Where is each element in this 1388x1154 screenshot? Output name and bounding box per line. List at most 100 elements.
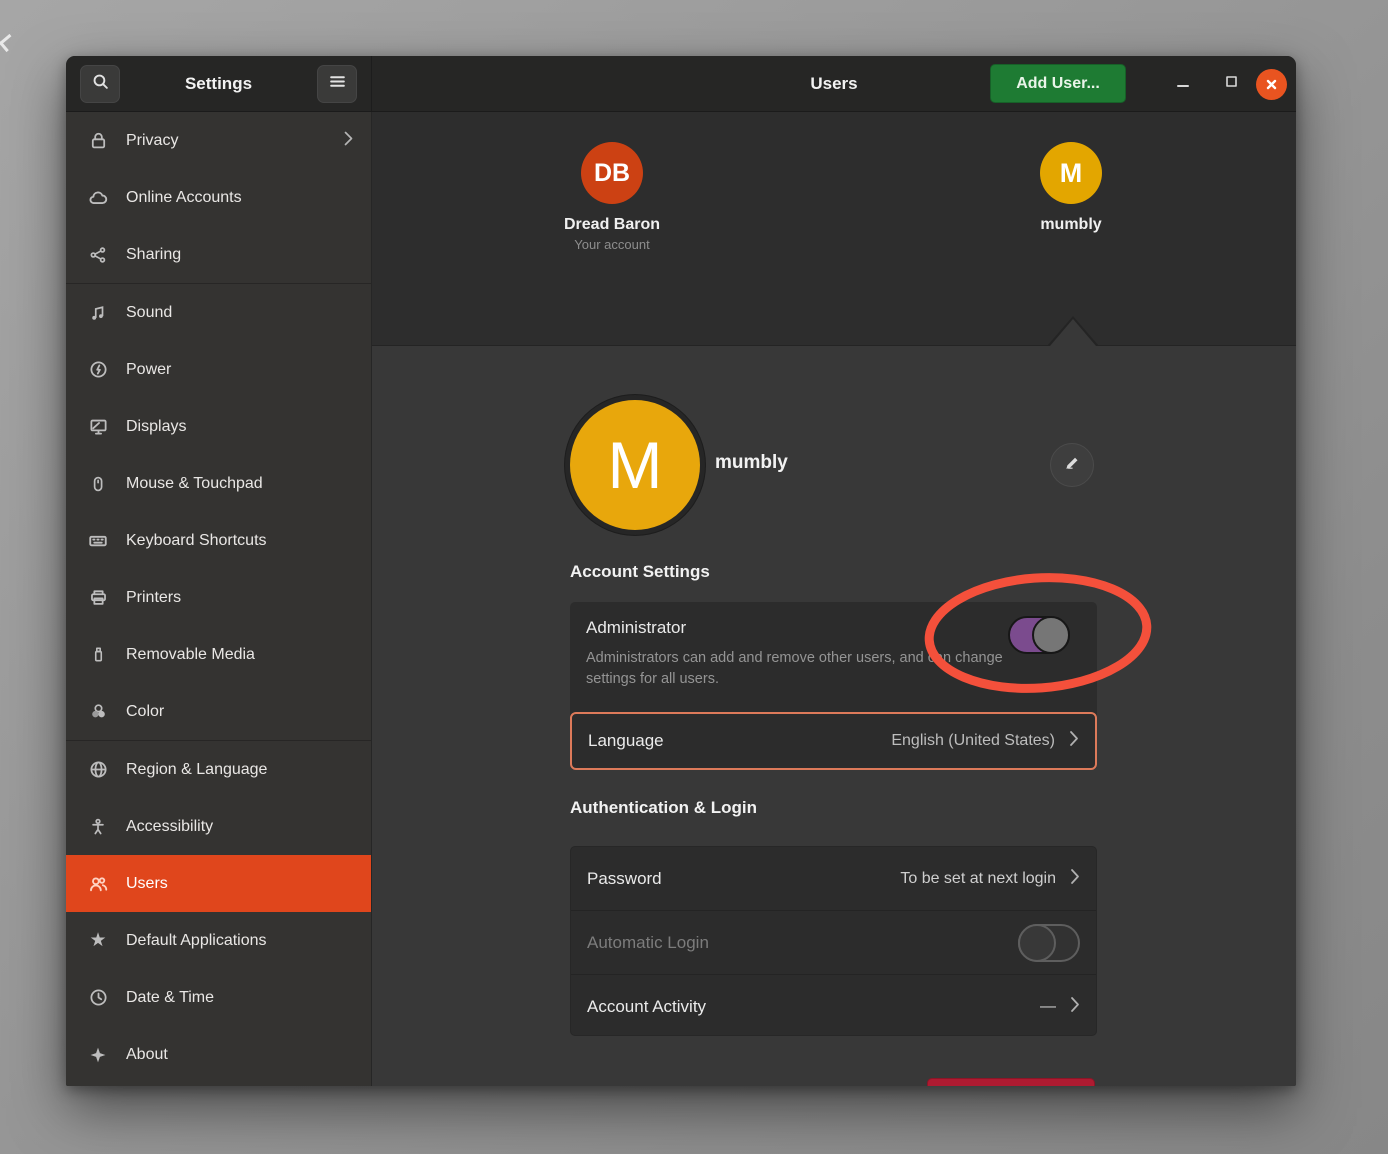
sidebar-item-power[interactable]: Power (66, 341, 371, 398)
globe-icon (86, 758, 110, 782)
user-name: mumbly (1040, 216, 1101, 234)
clock-icon (86, 986, 110, 1010)
sidebar-item-online-accounts[interactable]: Online Accounts (66, 169, 371, 226)
sidebar-item-about[interactable]: About (66, 1026, 371, 1083)
administrator-row[interactable]: Administrator Administrators can add and… (570, 602, 1097, 712)
administrator-description: Administrators can add and remove other … (586, 648, 1021, 690)
sidebar-item-mouse-touchpad[interactable]: Mouse & Touchpad (66, 455, 371, 512)
administrator-label: Administrator (586, 618, 1081, 638)
sidebar-item-printers[interactable]: Printers (66, 569, 371, 626)
sidebar-item-label: Privacy (126, 132, 178, 150)
mouse-icon (86, 472, 110, 496)
password-row[interactable]: Password To be set at next login (571, 847, 1096, 910)
sidebar-item-label: Online Accounts (126, 189, 242, 207)
sidebar-header: Settings (66, 56, 372, 111)
sidebar-item-displays[interactable]: Displays (66, 398, 371, 455)
power-icon (86, 358, 110, 382)
avatar-initials: M (1060, 158, 1083, 189)
sidebar-item-label: Region & Language (126, 761, 267, 779)
maximize-icon (1225, 75, 1238, 93)
chevron-right-icon (344, 131, 353, 151)
authentication-card: Password To be set at next login Automat… (570, 846, 1097, 1036)
profile-avatar[interactable]: M (570, 400, 700, 530)
sidebar-item-label: Sound (126, 304, 172, 322)
users-panel: DB Dread Baron Your account M mumbly M m… (372, 112, 1296, 1086)
avatar-dread-baron: DB (581, 142, 643, 204)
lock-icon (86, 129, 110, 153)
user-subtitle: Your account (574, 237, 649, 252)
account-activity-label: Account Activity (587, 997, 706, 1017)
sidebar-item-users[interactable]: Users (66, 855, 371, 912)
titlebar: Settings Users Add User... (66, 56, 1296, 112)
color-circles-icon (86, 700, 110, 724)
usb-drive-icon (86, 643, 110, 667)
hamburger-icon (329, 74, 346, 94)
music-note-icon (86, 301, 110, 325)
sidebar-item-sharing[interactable]: Sharing (66, 226, 371, 283)
share-icon (86, 243, 110, 267)
edit-name-button[interactable] (1050, 443, 1094, 487)
user-carousel: DB Dread Baron Your account M mumbly (372, 112, 1296, 346)
remove-user-button[interactable]: Remove User... (927, 1078, 1095, 1086)
sidebar-item-label: Mouse & Touchpad (126, 475, 263, 493)
menu-button[interactable] (317, 65, 357, 103)
user-carousel-item-mumbly[interactable]: M mumbly (961, 142, 1181, 234)
sidebar-item-region-language[interactable]: Region & Language (66, 741, 371, 798)
automatic-login-row: Automatic Login (571, 911, 1096, 974)
user-name: Dread Baron (564, 216, 660, 234)
user-carousel-item-dread-baron[interactable]: DB Dread Baron Your account (502, 142, 722, 252)
settings-window: Settings Users Add User... (66, 56, 1296, 1086)
password-label: Password (587, 869, 662, 889)
sidebar-item-label: About (126, 1046, 168, 1064)
users-icon (86, 872, 110, 896)
sidebar-item-label: Displays (126, 418, 186, 436)
sidebar-item-privacy[interactable]: Privacy (66, 112, 371, 169)
add-user-button[interactable]: Add User... (990, 64, 1126, 103)
sidebar-item-date-time[interactable]: Date & Time (66, 969, 371, 1026)
user-detail: M mumbly Account Settings Administrator … (372, 346, 1296, 1086)
close-button[interactable] (1254, 67, 1288, 101)
authentication-heading: Authentication & Login (570, 798, 757, 818)
automatic-login-toggle[interactable] (1018, 924, 1080, 962)
profile-username: mumbly (715, 452, 788, 474)
minimize-button[interactable] (1166, 67, 1200, 101)
close-icon (1256, 69, 1287, 100)
display-icon (86, 415, 110, 439)
sidebar-item-accessibility[interactable]: Accessibility (66, 798, 371, 855)
toggle-knob (1032, 616, 1070, 654)
sidebar-item-label: Default Applications (126, 932, 267, 950)
sidebar-item-label: Date & Time (126, 989, 214, 1007)
toggle-knob (1018, 924, 1056, 962)
printer-icon (86, 586, 110, 610)
language-row[interactable]: Language English (United States) (570, 712, 1097, 770)
sidebar-item-label: Power (126, 361, 171, 379)
keyboard-icon (86, 529, 110, 553)
sidebar-item-label: Printers (126, 589, 181, 607)
sidebar-item-default-applications[interactable]: ★ Default Applications (66, 912, 371, 969)
sidebar-item-color[interactable]: Color (66, 683, 371, 740)
cloud-icon (86, 186, 110, 210)
language-label: Language (588, 731, 664, 751)
avatar-initials: DB (594, 159, 630, 188)
maximize-button[interactable] (1214, 67, 1248, 101)
sidebar-item-removable-media[interactable]: Removable Media (66, 626, 371, 683)
sidebar-item-label: Color (126, 703, 164, 721)
page-title: Users (372, 56, 1296, 112)
language-value: English (United States) (891, 732, 1055, 750)
accessibility-icon (86, 815, 110, 839)
account-settings-card: Administrator Administrators can add and… (570, 602, 1097, 770)
account-activity-value: — (1040, 998, 1056, 1016)
sidebar-item-keyboard-shortcuts[interactable]: Keyboard Shortcuts (66, 512, 371, 569)
account-settings-heading: Account Settings (570, 562, 710, 582)
chevron-right-icon (1070, 868, 1080, 890)
pencil-icon (1063, 454, 1081, 477)
administrator-toggle[interactable] (1008, 616, 1070, 654)
sidebar-item-label: Users (126, 875, 168, 893)
profile-avatar-initial: M (608, 427, 663, 503)
sidebar-item-label: Removable Media (126, 646, 255, 664)
account-activity-row[interactable]: Account Activity — (571, 975, 1096, 1038)
main-header: Users Add User... (372, 56, 1296, 111)
cursor-artifact (0, 34, 17, 52)
sidebar-item-label: Accessibility (126, 818, 213, 836)
sidebar-item-sound[interactable]: Sound (66, 284, 371, 341)
